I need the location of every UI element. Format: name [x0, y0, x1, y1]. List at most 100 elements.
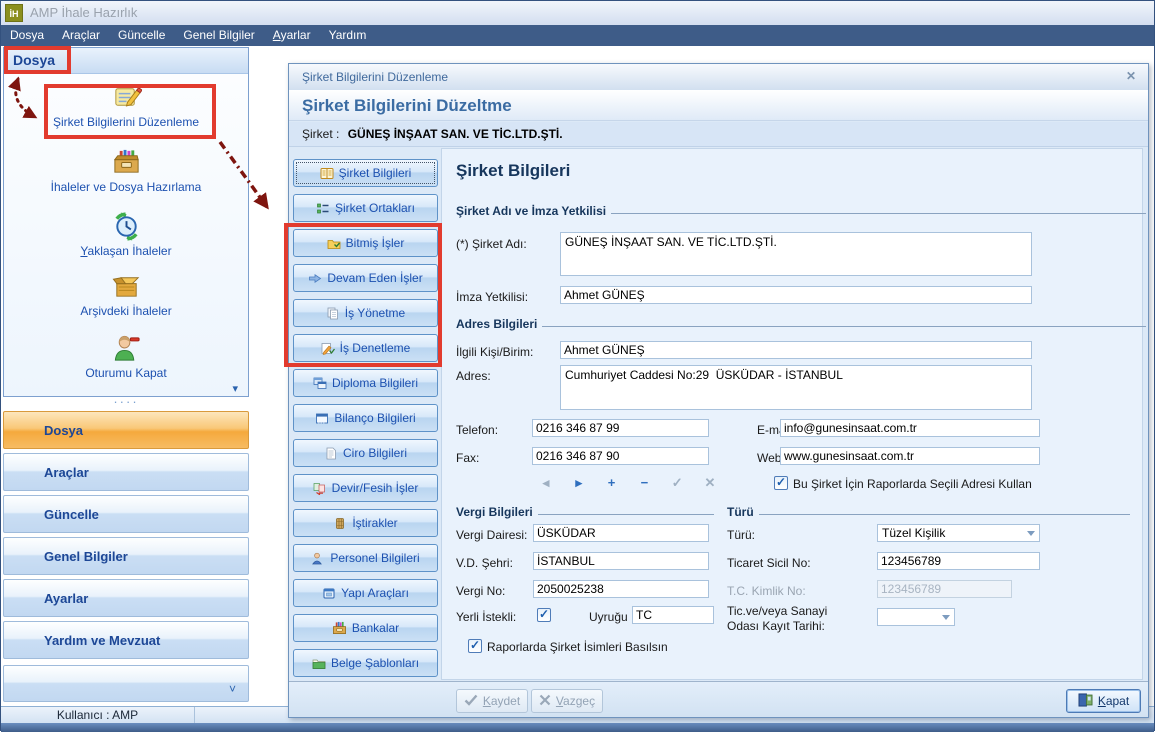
tax-office-input[interactable]: [533, 524, 709, 542]
contact-input[interactable]: [560, 341, 1032, 359]
nav-button-label: Bankalar: [352, 621, 399, 635]
accordion-item-5[interactable]: Yardım ve Mevzuat: [3, 621, 249, 659]
dialog-title-bar[interactable]: Şirket Bilgilerini Düzenleme ✕: [289, 64, 1148, 91]
prev-record-icon[interactable]: ◂: [537, 475, 555, 491]
fax-input[interactable]: [532, 447, 709, 465]
tax-city-input[interactable]: [533, 552, 709, 570]
list-icon: [316, 202, 330, 215]
group-name-sign: Şirket Adı ve İmza Yetkilisi: [456, 204, 1146, 218]
sidebar-item-3[interactable]: Arşivdeki İhaleler: [4, 271, 248, 318]
dialog-nav-button-5[interactable]: İş Denetleme: [293, 334, 438, 362]
sidebar-item-4[interactable]: Oturumu Kapat: [4, 333, 248, 380]
dialog-nav-button-4[interactable]: İş Yönetme: [293, 299, 438, 327]
print-names-checkbox[interactable]: [468, 639, 482, 653]
card-file-icon: [4, 147, 248, 178]
logout-user-icon: [4, 333, 248, 364]
accordion-item-1[interactable]: Araçlar: [3, 453, 249, 491]
dialog-nav-button-10[interactable]: İştirakler: [293, 509, 438, 537]
dialog-nav-button-11[interactable]: Personel Bilgileri: [293, 544, 438, 572]
sidebar-item-0[interactable]: Şirket Bilgilerini Düzenleme: [4, 82, 248, 129]
accordion-item-3[interactable]: Genel Bilgiler: [3, 537, 249, 575]
phone-input[interactable]: [532, 419, 709, 437]
window-icon: [315, 412, 329, 425]
domestic-checkbox[interactable]: [537, 608, 551, 622]
group-type: Türü: [727, 505, 1130, 519]
dialog-nav-button-8[interactable]: Ciro Bilgileri: [293, 439, 438, 467]
check-icon: [464, 694, 478, 709]
dialog-nav-button-14[interactable]: Belge Şablonları: [293, 649, 438, 677]
dialog-heading: Şirket Bilgilerini Düzeltme: [289, 90, 1148, 121]
sidebar-item-2[interactable]: Yaklaşan İhaleler: [4, 211, 248, 258]
fax-label: Fax:: [456, 451, 479, 465]
company-label: Şirket :: [302, 127, 339, 141]
nationality-input[interactable]: [632, 606, 714, 624]
title-bar: İH AMP İhale Hazırlık: [1, 1, 1154, 25]
barrel-icon: [333, 517, 347, 530]
sidebar-splitter[interactable]: ····: [3, 397, 249, 410]
sidebar-scroll-down-icon[interactable]: ▾: [232, 382, 238, 395]
dialog-close-icon[interactable]: ✕: [1126, 69, 1136, 83]
x-icon: [539, 694, 551, 709]
save-button[interactable]: Kaydet: [456, 689, 528, 713]
cancel-record-icon[interactable]: ✕: [701, 475, 719, 491]
save-button-label: Kaydet: [483, 694, 520, 708]
accordion-collapse-bar[interactable]: ˅: [3, 665, 249, 702]
menu-item-3[interactable]: Genel Bilgiler: [174, 25, 263, 46]
company-name-input[interactable]: GÜNEŞ İNŞAAT SAN. VE TİC.LTD.ŞTİ.: [560, 232, 1032, 276]
menu-item-5[interactable]: Yardım: [320, 25, 376, 46]
signer-input[interactable]: [560, 286, 1032, 304]
phone-label: Telefon:: [456, 423, 498, 437]
close-button[interactable]: Kapat: [1066, 689, 1141, 713]
tax-office-label: Vergi Dairesi:: [456, 528, 527, 542]
sidebar-item-label: Arşivdeki İhaleler: [80, 304, 171, 318]
menu-item-0[interactable]: Dosya: [1, 25, 53, 46]
dialog-nav-button-2[interactable]: Bitmiş İşler: [293, 229, 438, 257]
menu-item-4[interactable]: Ayarlar: [264, 25, 320, 46]
accordion-item-2[interactable]: Güncelle: [3, 495, 249, 533]
dialog-nav-button-7[interactable]: Bilanço Bilgileri: [293, 404, 438, 432]
dialog-nav-button-0[interactable]: Şirket Bilgileri: [293, 159, 438, 187]
dialog-nav-button-12[interactable]: Yapı Araçları: [293, 579, 438, 607]
card-drawer-icon: [332, 621, 347, 635]
dialog-nav-button-13[interactable]: Bankalar: [293, 614, 438, 642]
app-icon: İH: [5, 4, 23, 22]
dialog-nav-button-1[interactable]: Şirket Ortakları: [293, 194, 438, 222]
sidebar-accordion: Dosya Araçlar Güncelle Genel Bilgiler Ayarla…: [3, 411, 249, 663]
confirm-record-icon[interactable]: ✓: [668, 475, 686, 491]
sidebar-item-1[interactable]: İhaleler ve Dosya Hazırlama: [4, 147, 248, 194]
person-icon: [311, 552, 325, 565]
nav-button-label: Bilanço Bilgileri: [334, 411, 415, 425]
menu-item-2[interactable]: Güncelle: [109, 25, 174, 46]
chamber-label-line1: Tic.ve/veya Sanayi: [727, 604, 827, 618]
tax-no-input[interactable]: [533, 580, 709, 598]
email-input[interactable]: [780, 419, 1040, 437]
nav-button-label: Personel Bilgileri: [330, 551, 419, 565]
contact-label: İlgili Kişi/Birim:: [456, 345, 533, 359]
windows-copy-icon: [313, 377, 327, 390]
dialog-nav-button-9[interactable]: Devir/Fesih İşler: [293, 474, 438, 502]
trade-reg-input[interactable]: [877, 552, 1040, 570]
chevron-down-icon: ˅: [229, 682, 236, 696]
menu-item-1[interactable]: Araçlar: [53, 25, 109, 46]
company-row: Şirket : GÜNEŞ İNŞAAT SAN. VE TİC.LTD.ŞT…: [289, 122, 1148, 147]
next-record-icon[interactable]: ▸: [570, 475, 588, 491]
chamber-label-line2: Odası Kayıt Tarihi:: [727, 619, 825, 633]
web-input[interactable]: [780, 447, 1040, 465]
cancel-button[interactable]: Vazgeç: [531, 689, 603, 713]
nav-button-label: Ciro Bilgileri: [343, 446, 407, 460]
add-record-icon[interactable]: +: [603, 475, 621, 491]
type-combobox[interactable]: Tüzel Kişilik: [877, 524, 1040, 542]
use-address-checkbox[interactable]: [774, 476, 788, 490]
chamber-date-combobox[interactable]: [877, 608, 955, 626]
accordion-item-4[interactable]: Ayarlar: [3, 579, 249, 617]
accordion-item-0[interactable]: Dosya: [3, 411, 249, 449]
nav-button-label: Devir/Fesih İşler: [332, 481, 419, 495]
delete-record-icon[interactable]: −: [635, 475, 653, 491]
dialog-nav: Şirket Bilgileri Şirket Ortakları Bitmiş İ…: [293, 159, 438, 684]
group-title: Adres Bilgileri: [456, 317, 537, 331]
dialog-nav-button-3[interactable]: Devam Eden İşler: [293, 264, 438, 292]
company-value: GÜNEŞ İNŞAAT SAN. VE TİC.LTD.ŞTİ.: [348, 127, 563, 141]
nav-button-label: Şirket Bilgileri: [339, 166, 412, 180]
address-input[interactable]: Cumhuriyet Caddesi No:29 ÜSKÜDAR - İSTAN…: [560, 365, 1032, 410]
dialog-nav-button-6[interactable]: Diploma Bilgileri: [293, 369, 438, 397]
